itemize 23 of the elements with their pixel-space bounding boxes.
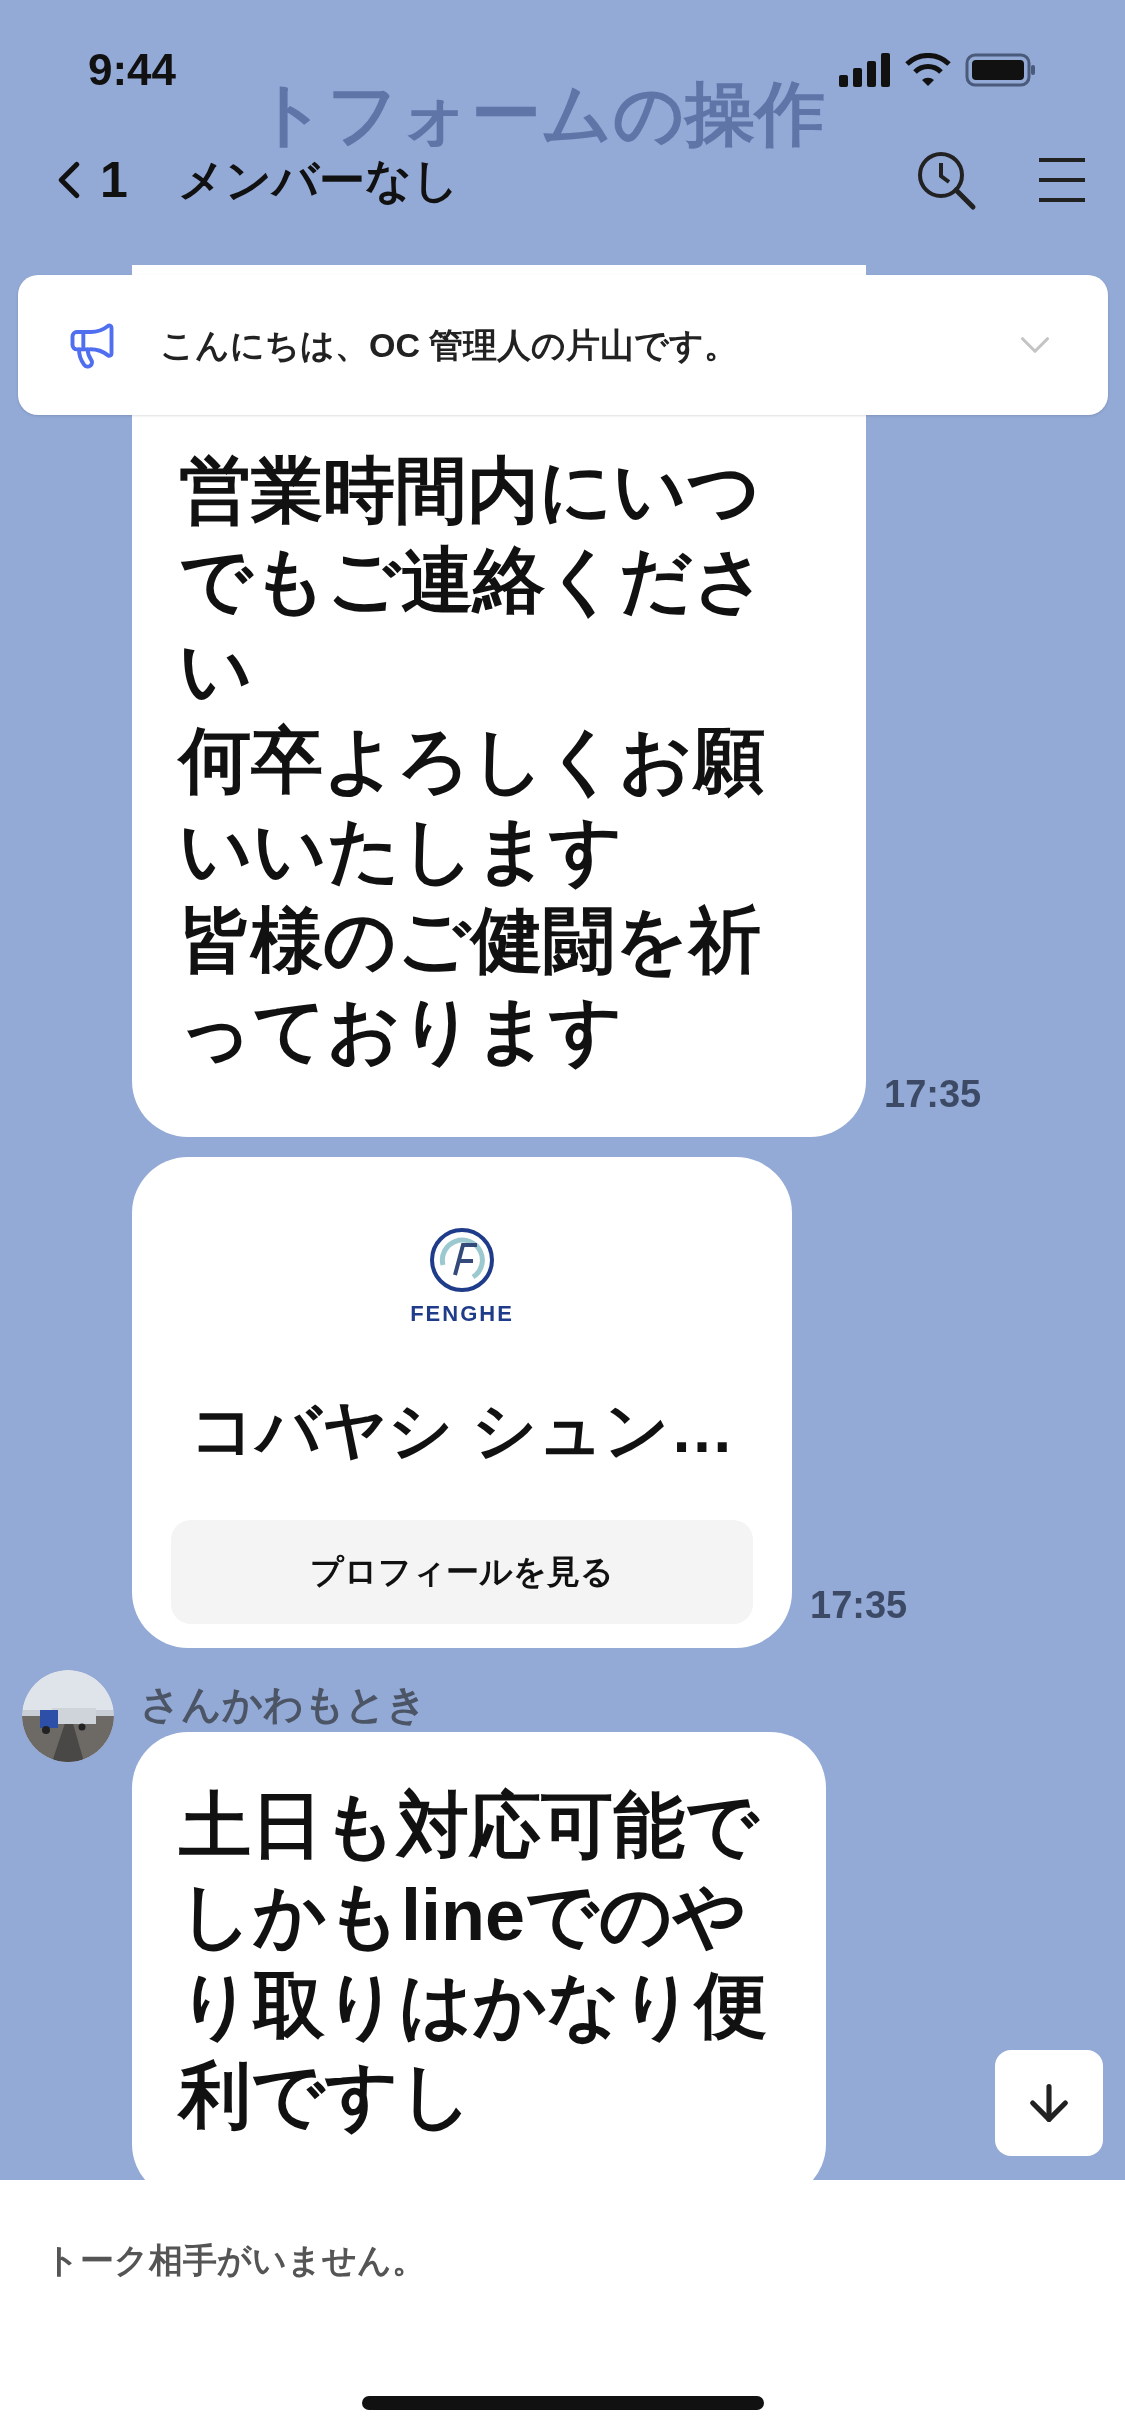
profile-name: コバヤシ シュン… xyxy=(190,1393,734,1468)
announcement-banner[interactable]: こんにちは、OC 管理人の片山です。 xyxy=(18,275,1108,415)
status-time: 9:44 xyxy=(88,44,177,96)
message-time: 17:35 xyxy=(884,1072,982,1117)
message-text: 土日も対応可能でしかもlineでのやり取りはかなり便利ですし xyxy=(179,1784,768,2137)
message-time: 17:35 xyxy=(810,1583,908,1628)
logo-icon xyxy=(429,1227,495,1293)
signal-icon xyxy=(839,53,891,87)
search-history-icon[interactable] xyxy=(915,149,977,211)
brand-name: FENGHE xyxy=(410,1300,514,1328)
message-text: 営業時間内にいつでもご連絡ください xyxy=(179,449,768,712)
announcement-text: こんにちは、OC 管理人の片山です。 xyxy=(160,324,739,366)
back-button[interactable]: 1 xyxy=(38,142,128,218)
message-text: 何卒よろしくお願いいたします xyxy=(179,719,766,892)
wifi-icon xyxy=(905,53,951,87)
sender-name: さんかわもとき xyxy=(140,1681,427,1728)
view-profile-button[interactable]: プロフィールを見る xyxy=(171,1520,753,1624)
scroll-down-button[interactable] xyxy=(995,2050,1103,2156)
message-text: 皆様のご健闘を祈っております xyxy=(179,899,762,1072)
battery-icon xyxy=(965,53,1037,87)
menu-icon[interactable] xyxy=(1037,157,1087,203)
no-members-notice: トーク相手がいません。 xyxy=(45,2240,426,2281)
chat-title: メンバーなし xyxy=(177,152,459,208)
